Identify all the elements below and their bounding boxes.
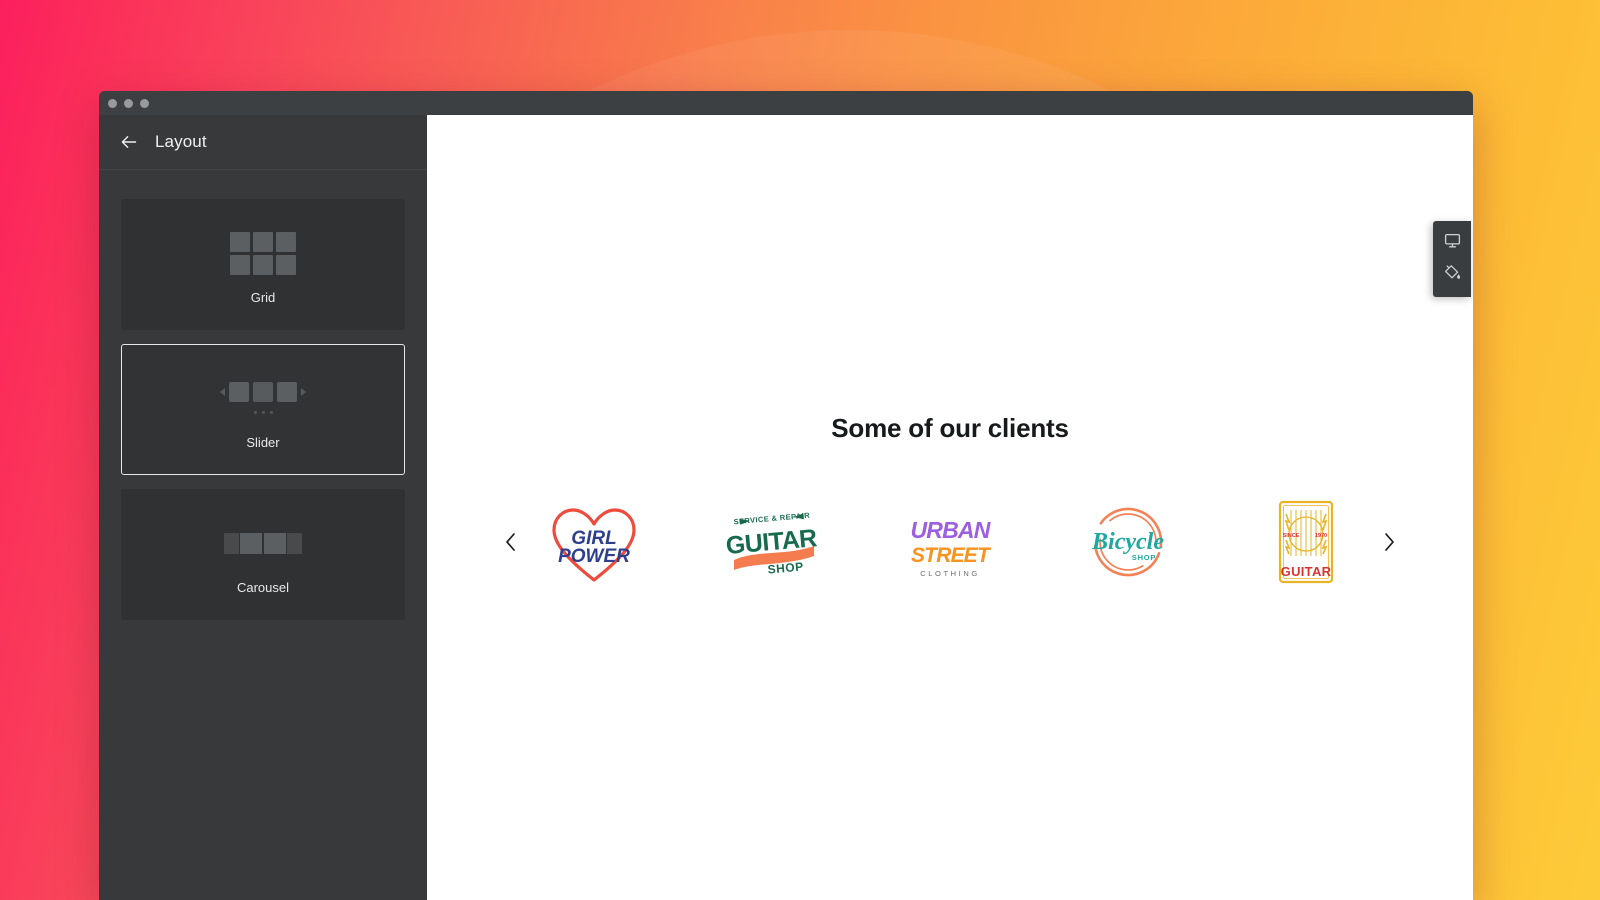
client-logo-bicycle-shop[interactable]: Bicycle SHOP [1080, 496, 1176, 588]
svg-text:SHOP: SHOP [767, 559, 804, 576]
svg-text:STREET: STREET [911, 544, 992, 567]
window-titlebar [99, 91, 1473, 115]
browser-window: Layout Grid Slider Carousel Some of our … [99, 91, 1473, 900]
page-canvas: Some of our clients GIRL POWER SERVICE &… [427, 115, 1473, 900]
layout-card-label-carousel: Carousel [236, 580, 290, 595]
slider-next-button[interactable] [1374, 527, 1404, 557]
svg-text:SINCE: SINCE [1283, 533, 1300, 539]
layout-card-label-grid: Grid [250, 290, 276, 305]
slider-preview-icon [220, 369, 306, 427]
sidebar-title: Layout [155, 132, 207, 151]
layout-sidebar: Layout Grid Slider Carousel [99, 115, 427, 900]
theme-fill-button[interactable] [1433, 259, 1471, 291]
close-dot[interactable] [108, 98, 117, 108]
monitor-icon [1444, 232, 1461, 254]
client-logo-guitar-since-1970[interactable]: SINCE 1970 GUITAR [1258, 496, 1354, 588]
paint-bucket-icon [1444, 264, 1461, 286]
layout-options-list: Grid Slider Carousel [99, 170, 427, 620]
slider-prev-button[interactable] [496, 527, 526, 557]
maximize-dot[interactable] [140, 98, 149, 108]
layout-card-carousel[interactable]: Carousel [121, 489, 405, 620]
client-logos: GIRL POWER SERVICE & REPAIR GUITAR SHOP … [546, 496, 1354, 588]
layout-card-grid[interactable]: Grid [121, 199, 405, 330]
svg-text:GUITAR: GUITAR [1281, 564, 1332, 579]
client-logo-girl-power[interactable]: GIRL POWER [546, 496, 642, 588]
grid-preview-icon [230, 224, 296, 282]
minimize-dot[interactable] [124, 98, 133, 108]
svg-text:SERVICE & REPAIR: SERVICE & REPAIR [733, 511, 810, 527]
client-logo-urban-street[interactable]: URBAN STREET CLOTHING [902, 496, 998, 588]
svg-text:CLOTHING: CLOTHING [920, 569, 980, 578]
carousel-preview-icon [224, 514, 302, 572]
layout-card-label-slider: Slider [246, 435, 280, 450]
girl-power-line-2: POWER [558, 546, 630, 567]
sidebar-header: Layout [99, 115, 427, 170]
svg-text:Bicycle: Bicycle [1091, 529, 1164, 555]
floating-toolbar [1433, 221, 1471, 297]
svg-text:URBAN: URBAN [910, 517, 990, 543]
clients-section: Some of our clients GIRL POWER SERVICE &… [427, 413, 1473, 588]
back-arrow-icon[interactable] [119, 132, 139, 152]
client-logo-slider: GIRL POWER SERVICE & REPAIR GUITAR SHOP … [427, 496, 1473, 588]
svg-text:SHOP: SHOP [1132, 553, 1156, 562]
layout-card-slider[interactable]: Slider [121, 344, 405, 475]
client-logo-guitar-shop[interactable]: SERVICE & REPAIR GUITAR SHOP [724, 496, 820, 588]
svg-text:1970: 1970 [1315, 533, 1327, 539]
device-preview-button[interactable] [1433, 227, 1471, 259]
page-title: Some of our clients [831, 413, 1069, 443]
window-body: Layout Grid Slider Carousel Some of our … [99, 115, 1473, 900]
